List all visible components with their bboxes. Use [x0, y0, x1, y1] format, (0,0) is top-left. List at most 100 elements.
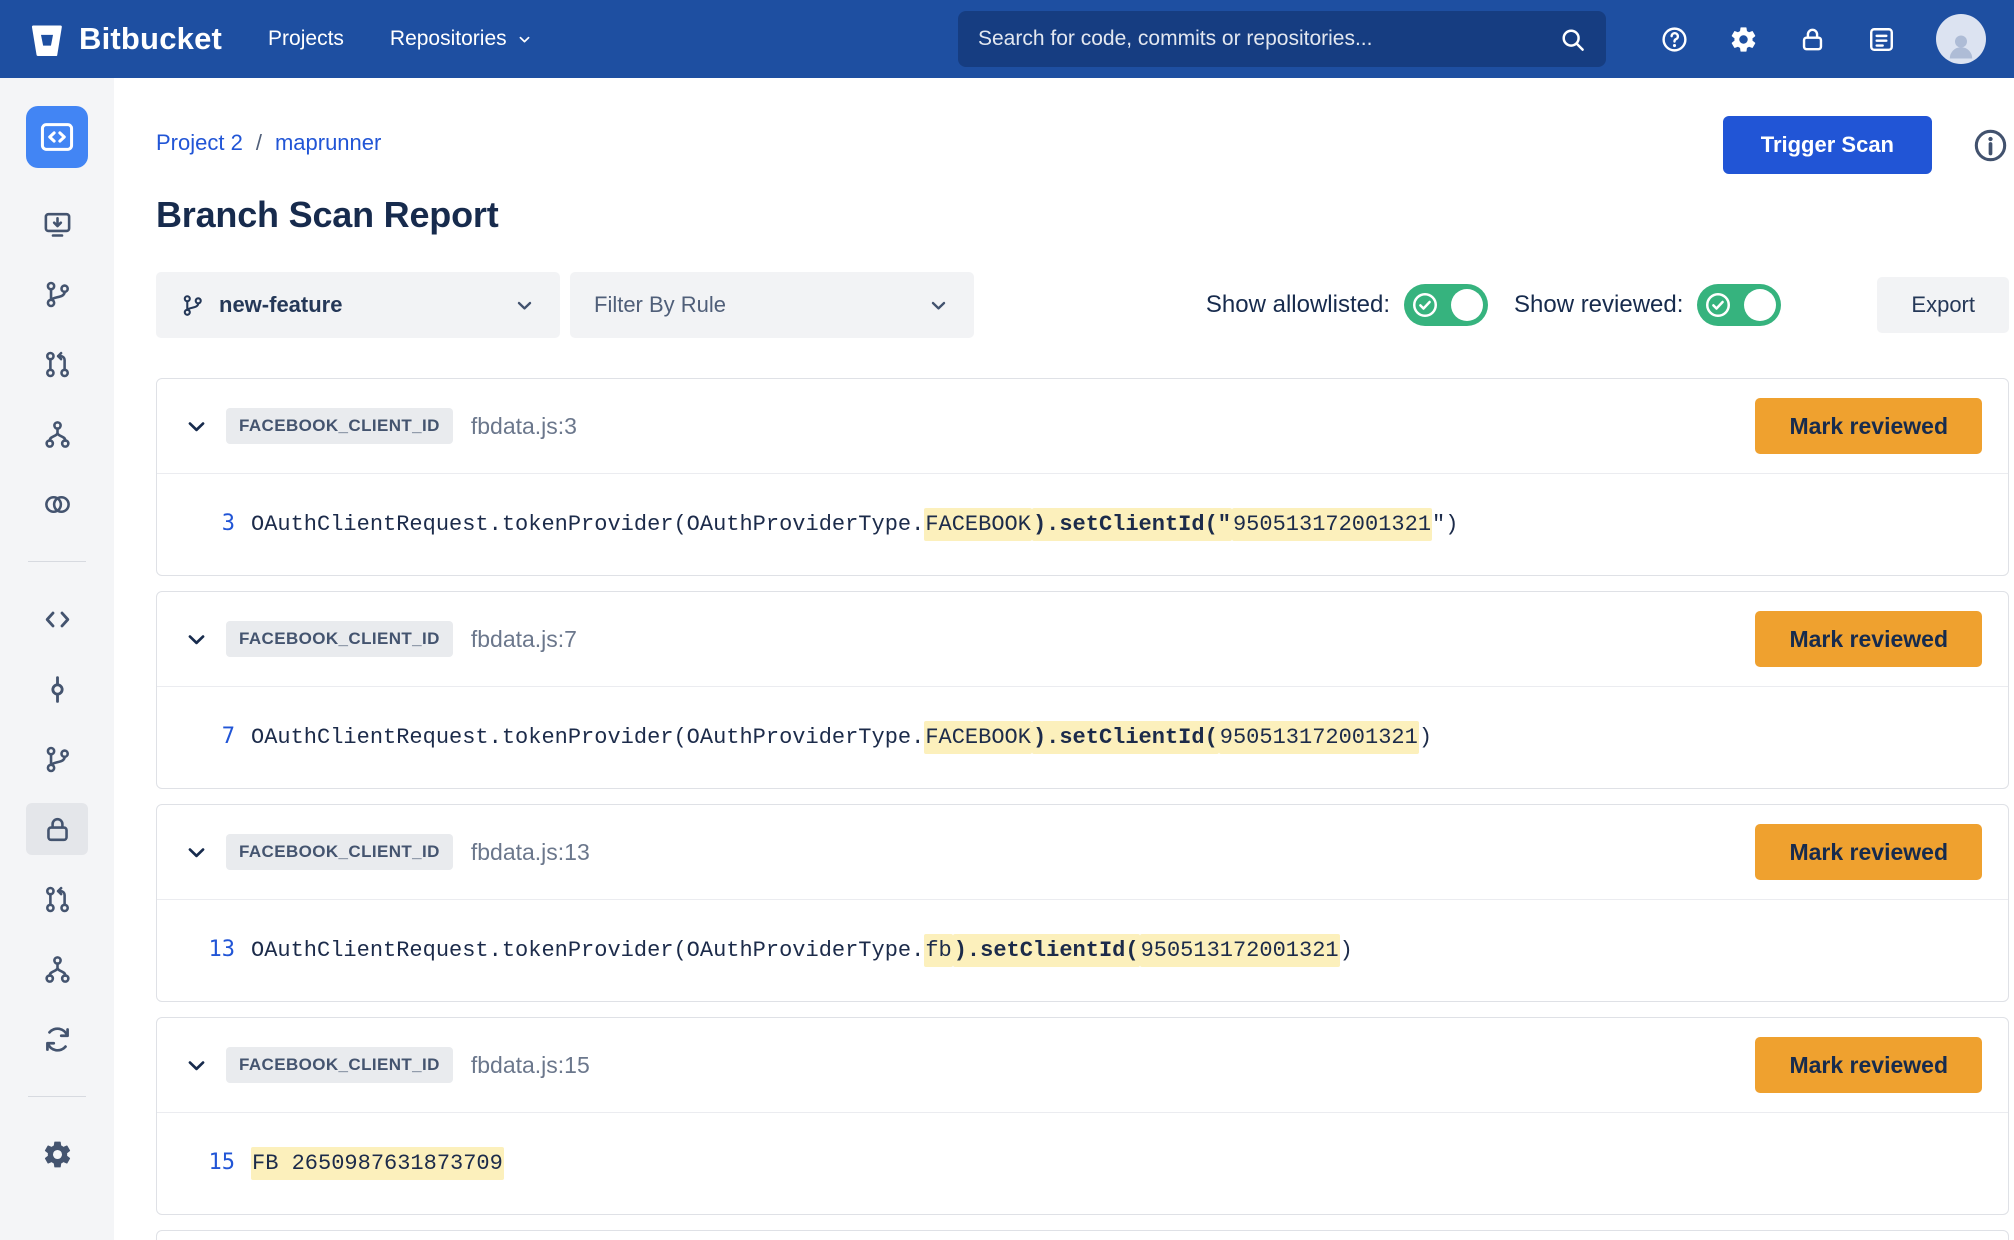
check-icon	[1410, 290, 1440, 320]
collapse-chevron-icon[interactable]	[183, 839, 210, 866]
gear-icon[interactable]	[1729, 25, 1758, 54]
global-search[interactable]	[958, 11, 1606, 67]
breadcrumb-separator: /	[256, 130, 262, 156]
sidebar-item-commits[interactable]	[26, 663, 88, 715]
breadcrumb-project-link[interactable]: Project 2	[156, 130, 243, 156]
mark-reviewed-button[interactable]: Mark reviewed	[1755, 611, 1982, 667]
help-icon[interactable]	[1660, 25, 1689, 54]
branch-select[interactable]: new-feature	[156, 272, 560, 338]
nav-projects[interactable]: Projects	[268, 27, 344, 51]
nav-projects-label: Projects	[268, 27, 344, 51]
show-allowlisted-toggle[interactable]	[1404, 284, 1488, 326]
check-icon	[1703, 290, 1733, 320]
sidebar-item-source[interactable]	[26, 593, 88, 645]
branch-icon	[180, 293, 205, 318]
nav-repositories[interactable]: Repositories	[390, 27, 533, 51]
finding-card-header: FACEBOOK_CLIENT_ID fbdata.js:15 Mark rev…	[157, 1018, 2008, 1112]
overlapping-circles-icon	[42, 489, 73, 520]
sidebar-item-security[interactable]	[26, 803, 88, 855]
user-avatar[interactable]	[1936, 14, 1986, 64]
sidebar-item-deployments[interactable]	[26, 198, 88, 250]
finding-location: fbdata.js:15	[471, 1052, 590, 1079]
rule-filter-value: Filter By Rule	[594, 292, 726, 318]
line-number: 7	[157, 724, 235, 750]
breadcrumb: Project 2 / maprunner	[156, 130, 381, 156]
finding-location: fbdata.js:7	[471, 626, 577, 653]
toggle-knob	[1744, 289, 1776, 321]
show-reviewed-toggle[interactable]	[1697, 284, 1781, 326]
mark-reviewed-button[interactable]: Mark reviewed	[1755, 824, 1982, 880]
finding-card: Mark reviewed	[156, 1230, 2009, 1240]
code-line: OAuthClientRequest.tokenProvider(OAuthPr…	[251, 938, 1353, 964]
sidebar-divider	[28, 561, 86, 562]
top-nav: Bitbucket Projects Repositories	[0, 0, 2014, 78]
chevron-down-icon	[516, 31, 533, 48]
collapse-chevron-icon[interactable]	[183, 626, 210, 653]
finding-card: FACEBOOK_CLIENT_ID fbdata.js:13 Mark rev…	[156, 804, 2009, 1002]
repo-avatar[interactable]	[26, 106, 88, 168]
sidebar-item-fork-list[interactable]	[26, 943, 88, 995]
line-number: 13	[157, 937, 235, 963]
sidebar-item-pull-request-list[interactable]	[26, 873, 88, 925]
commit-icon	[42, 674, 73, 705]
sidebar-item-pull-requests[interactable]	[26, 338, 88, 390]
search-icon	[1559, 26, 1586, 53]
breadcrumb-repo-link[interactable]: maprunner	[275, 130, 381, 156]
deployments-icon	[42, 209, 73, 240]
finding-card-header: FACEBOOK_CLIENT_ID fbdata.js:3 Mark revi…	[157, 379, 2008, 473]
rule-filter-select[interactable]: Filter By Rule	[570, 272, 974, 338]
pull-request-icon	[42, 349, 73, 380]
show-allowlisted-label: Show allowlisted:	[1206, 291, 1390, 319]
branch-icon	[42, 279, 73, 310]
show-reviewed-label: Show reviewed:	[1514, 291, 1683, 319]
page-title: Branch Scan Report	[156, 194, 2009, 236]
pull-request-icon	[42, 884, 73, 915]
trigger-scan-button[interactable]: Trigger Scan	[1723, 116, 1932, 174]
fork-icon	[42, 954, 73, 985]
code-line: FB 2650987631873709	[251, 1151, 504, 1177]
mark-reviewed-button[interactable]: Mark reviewed	[1755, 398, 1982, 454]
sidebar-item-branch-list[interactable]	[26, 733, 88, 785]
collapse-chevron-icon[interactable]	[183, 1052, 210, 1079]
rule-badge: FACEBOOK_CLIENT_ID	[226, 621, 453, 657]
gear-icon	[42, 1139, 73, 1170]
collapse-chevron-icon[interactable]	[183, 413, 210, 440]
sidebar	[0, 78, 114, 1240]
finding-card: FACEBOOK_CLIENT_ID fbdata.js:15 Mark rev…	[156, 1017, 2009, 1215]
finding-card-header: Mark reviewed	[157, 1231, 2008, 1240]
code-row: 13 OAuthClientRequest.tokenProvider(OAut…	[157, 899, 2008, 1001]
finding-card: FACEBOOK_CLIENT_ID fbdata.js:7 Mark revi…	[156, 591, 2009, 789]
finding-location: fbdata.js:13	[471, 839, 590, 866]
toggle-group: Show allowlisted: Show reviewed:	[1206, 284, 1782, 326]
finding-location: fbdata.js:3	[471, 413, 577, 440]
code-row: 15 FB 2650987631873709	[157, 1112, 2008, 1214]
code-row: 3 OAuthClientRequest.tokenProvider(OAuth…	[157, 473, 2008, 575]
rule-badge: FACEBOOK_CLIENT_ID	[226, 408, 453, 444]
info-icon[interactable]	[1972, 127, 2009, 164]
sidebar-item-forks[interactable]	[26, 408, 88, 460]
sidebar-item-sync[interactable]	[26, 1013, 88, 1065]
export-button[interactable]: Export	[1877, 277, 2009, 333]
sidebar-item-pipelines[interactable]	[26, 478, 88, 530]
document-icon[interactable]	[1867, 25, 1896, 54]
finding-card-header: FACEBOOK_CLIENT_ID fbdata.js:7 Mark revi…	[157, 592, 2008, 686]
lock-icon[interactable]	[1798, 25, 1827, 54]
chevron-down-icon	[927, 294, 950, 317]
refresh-icon	[42, 1024, 73, 1055]
sidebar-item-settings[interactable]	[26, 1128, 88, 1180]
search-input[interactable]	[978, 27, 1559, 51]
rule-badge: FACEBOOK_CLIENT_ID	[226, 834, 453, 870]
line-number: 3	[157, 511, 235, 537]
nav-repositories-label: Repositories	[390, 27, 507, 51]
top-icon-group	[1660, 25, 1896, 54]
filter-bar: new-feature Filter By Rule Show allowlis…	[156, 272, 2009, 338]
chevron-down-icon	[513, 294, 536, 317]
brand-name: Bitbucket	[79, 21, 222, 57]
code-line: OAuthClientRequest.tokenProvider(OAuthPr…	[251, 512, 1458, 538]
bitbucket-bucket-icon	[28, 20, 66, 58]
fork-icon	[42, 419, 73, 450]
sidebar-item-branches[interactable]	[26, 268, 88, 320]
mark-reviewed-button[interactable]: Mark reviewed	[1755, 1037, 1982, 1093]
rule-badge: FACEBOOK_CLIENT_ID	[226, 1047, 453, 1083]
bitbucket-logo[interactable]: Bitbucket	[28, 20, 222, 58]
